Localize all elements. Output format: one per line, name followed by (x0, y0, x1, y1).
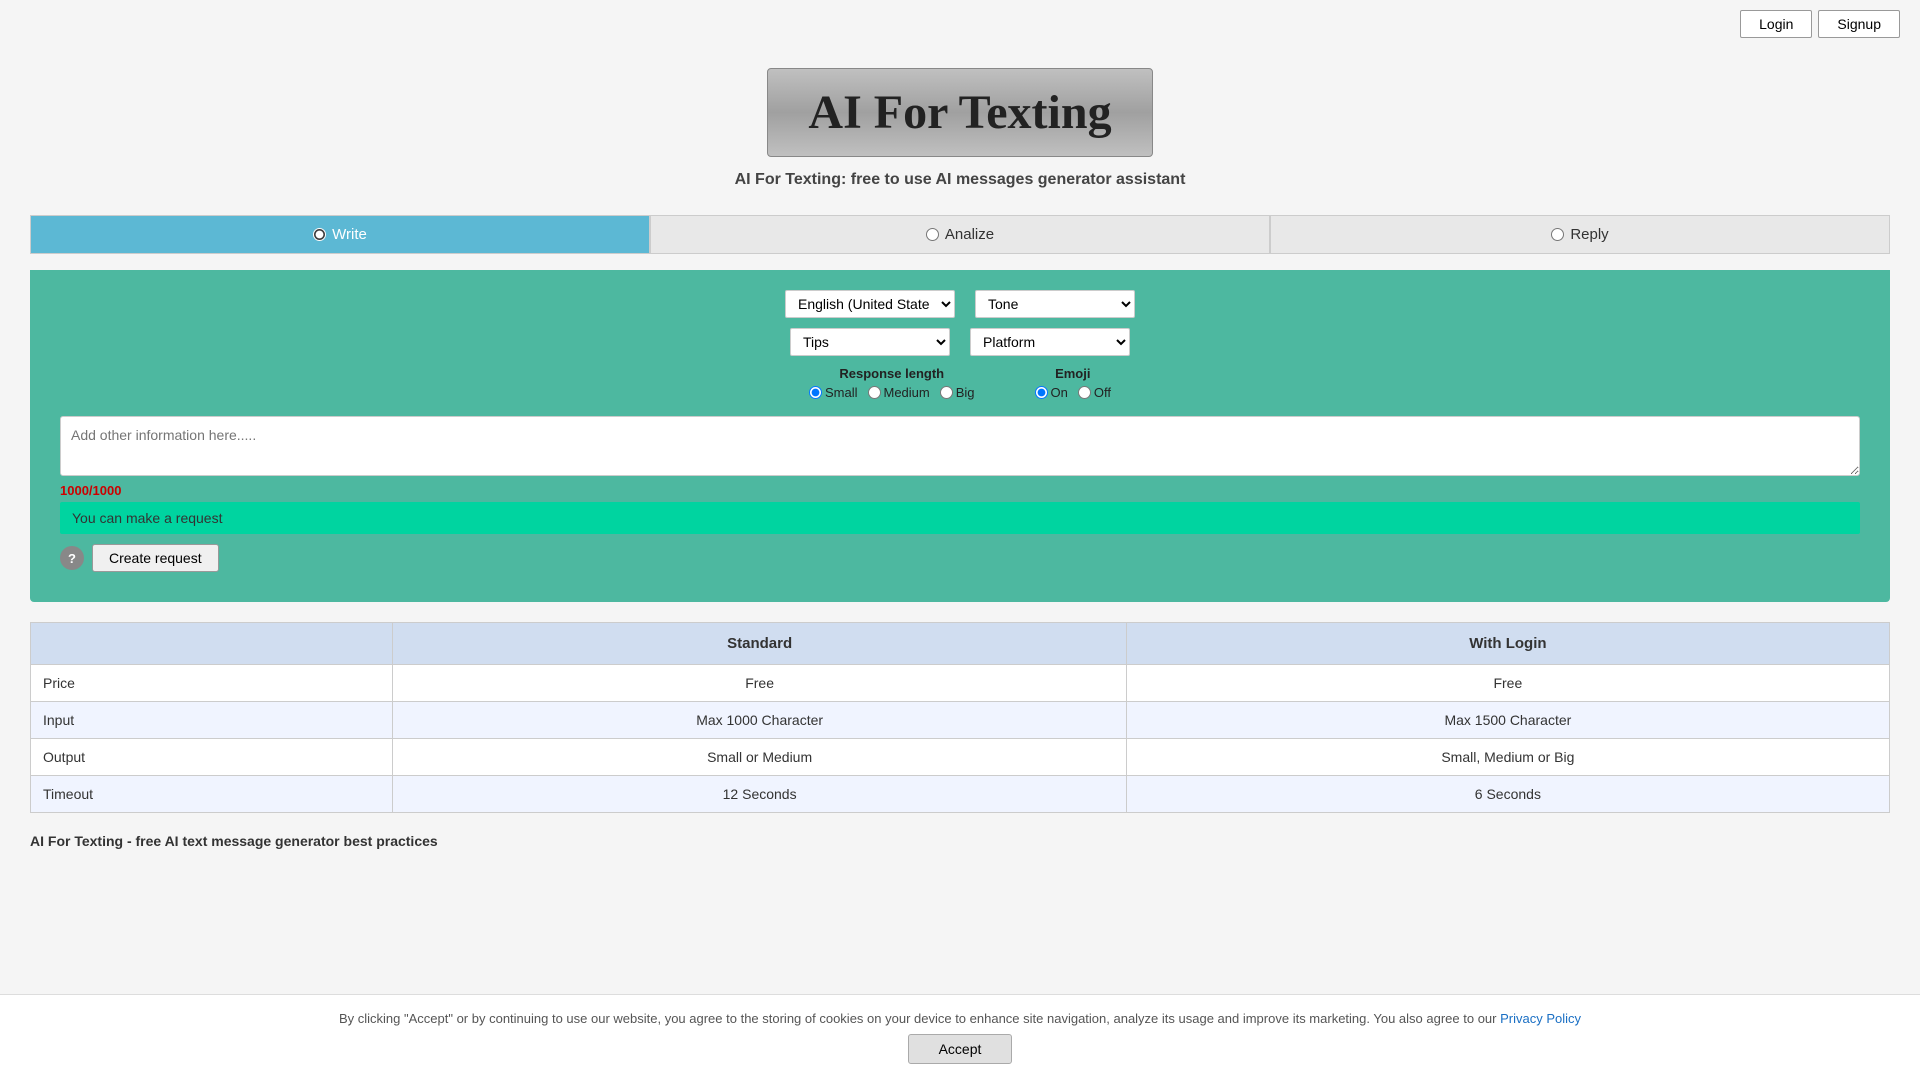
pricing-col-feature (31, 623, 393, 665)
tab-reply-label: Reply (1570, 226, 1608, 243)
pricing-standard-3: 12 Seconds (393, 776, 1126, 813)
accept-button[interactable]: Accept (908, 1034, 1013, 1064)
pricing-row: Price Free Free (31, 665, 1890, 702)
app-subtitle: AI For Texting: free to use AI messages … (735, 171, 1186, 189)
pricing-feature-1: Input (31, 702, 393, 739)
pricing-row: Timeout 12 Seconds 6 Seconds (31, 776, 1890, 813)
pricing-login-0: Free (1126, 665, 1889, 702)
privacy-policy-link[interactable]: Privacy Policy (1500, 1011, 1581, 1026)
emoji-off-text: Off (1094, 385, 1111, 400)
response-length-label: Response length (839, 366, 944, 381)
tab-analize[interactable]: Analize (650, 215, 1270, 254)
emoji-radios: On Off (1035, 385, 1111, 400)
emoji-group: Emoji On Off (1035, 366, 1111, 400)
size-big-text: Big (956, 385, 975, 400)
create-request-button[interactable]: Create request (92, 544, 219, 572)
pricing-col-standard: Standard (393, 623, 1126, 665)
emoji-label: Emoji (1055, 366, 1090, 381)
pricing-login-1: Max 1500 Character (1126, 702, 1889, 739)
pricing-table: Standard With Login Price Free Free Inpu… (30, 622, 1890, 813)
pricing-standard-2: Small or Medium (393, 739, 1126, 776)
options-row: Response length Small Medium Big Emoji (60, 366, 1860, 400)
cookie-message: By clicking "Accept" or by continuing to… (339, 1011, 1497, 1026)
login-button[interactable]: Login (1740, 10, 1812, 38)
response-length-radios: Small Medium Big (809, 385, 975, 400)
pricing-section: Standard With Login Price Free Free Inpu… (30, 622, 1890, 813)
cookie-bar: By clicking "Accept" or by continuing to… (0, 994, 1920, 1080)
pricing-feature-2: Output (31, 739, 393, 776)
platform-select[interactable]: Platform SMS WhatsApp Telegram (970, 328, 1130, 356)
size-small-text: Small (825, 385, 858, 400)
tab-write-label: Write (332, 226, 367, 243)
tab-write-radio[interactable] (313, 228, 326, 241)
pricing-feature-3: Timeout (31, 776, 393, 813)
size-medium-label: Medium (868, 385, 930, 400)
size-small-label: Small (809, 385, 858, 400)
tone-select[interactable]: Tone Formal Casual Friendly (975, 290, 1135, 318)
tab-reply-radio[interactable] (1551, 228, 1564, 241)
size-small-radio[interactable] (809, 386, 822, 399)
emoji-off-label: Off (1078, 385, 1111, 400)
pricing-row: Input Max 1000 Character Max 1500 Charac… (31, 702, 1890, 739)
tab-analize-label: Analize (945, 226, 994, 243)
emoji-on-label: On (1035, 385, 1068, 400)
language-select[interactable]: English (United State (785, 290, 955, 318)
topic-select[interactable]: Tips Questions Compliments (790, 328, 950, 356)
size-big-label: Big (940, 385, 975, 400)
logo-section: AI For Texting AI For Texting: free to u… (0, 48, 1920, 199)
response-length-group: Response length Small Medium Big (809, 366, 975, 400)
controls-row-2: Tips Questions Compliments Platform SMS … (60, 328, 1860, 356)
emoji-off-radio[interactable] (1078, 386, 1091, 399)
pricing-standard-1: Max 1000 Character (393, 702, 1126, 739)
message-input[interactable] (60, 416, 1860, 476)
tab-analize-radio[interactable] (926, 228, 939, 241)
status-bar: You can make a request (60, 502, 1860, 534)
pricing-login-3: 6 Seconds (1126, 776, 1889, 813)
emoji-on-text: On (1051, 385, 1068, 400)
tab-write[interactable]: Write (30, 215, 650, 254)
tab-reply[interactable]: Reply (1270, 215, 1890, 254)
size-big-radio[interactable] (940, 386, 953, 399)
logo-box: AI For Texting (767, 68, 1152, 157)
controls-row-1: English (United State Tone Formal Casual… (60, 290, 1860, 318)
size-medium-radio[interactable] (868, 386, 881, 399)
main-content: English (United State Tone Formal Casual… (30, 270, 1890, 602)
app-title: AI For Texting (808, 85, 1111, 140)
pricing-feature-0: Price (31, 665, 393, 702)
pricing-row: Output Small or Medium Small, Medium or … (31, 739, 1890, 776)
pricing-login-2: Small, Medium or Big (1126, 739, 1889, 776)
pricing-col-login: With Login (1126, 623, 1889, 665)
char-counter: 1000/1000 (60, 483, 1860, 498)
bottom-controls: ? Create request (60, 544, 1860, 572)
emoji-on-radio[interactable] (1035, 386, 1048, 399)
help-button[interactable]: ? (60, 546, 84, 570)
best-practices: AI For Texting - free AI text message ge… (30, 833, 1890, 849)
signup-button[interactable]: Signup (1818, 10, 1900, 38)
size-medium-text: Medium (884, 385, 930, 400)
mode-tabs: Write Analize Reply (30, 215, 1890, 254)
pricing-standard-0: Free (393, 665, 1126, 702)
header-bar: Login Signup (0, 0, 1920, 48)
